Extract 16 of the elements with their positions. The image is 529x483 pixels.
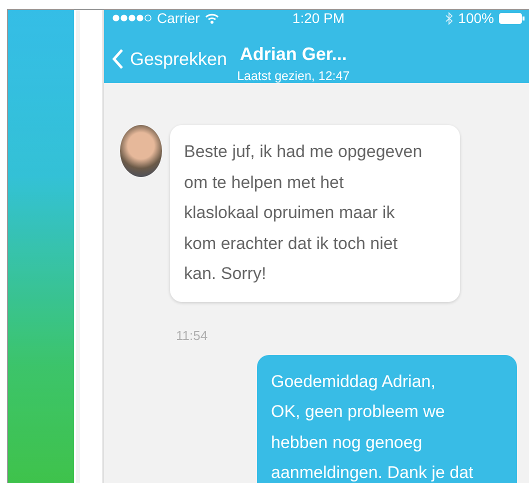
chevron-left-icon [112,48,124,70]
wifi-icon [204,12,219,24]
contact-name: Adrian Ger... [240,44,347,65]
carrier-name: Carrier [157,10,200,26]
status-time: 1:20 PM [292,10,345,26]
message-bubble: Beste juf, ik had me opgegeven om te helpen met het klaslokaal opruimen maar ik kom erachter dat ik toch niet kan. Sorry! [170,125,460,302]
bluetooth-icon [445,12,454,24]
back-button[interactable]: Gesprekken [112,48,228,70]
battery-icon [498,12,525,24]
avatar [120,125,162,177]
battery-percent: 100% [458,10,494,26]
message-bubble: Goedemiddag Adrian, OK, geen probleem we hebben nog genoeg aanmeldingen. Dank je dat [257,354,517,483]
signal-icon [112,14,152,22]
last-seen: Laatst gezien, 12:47 [237,69,350,83]
back-label[interactable]: Gesprekken [130,48,228,70]
message-time: 11:54 [176,328,209,342]
